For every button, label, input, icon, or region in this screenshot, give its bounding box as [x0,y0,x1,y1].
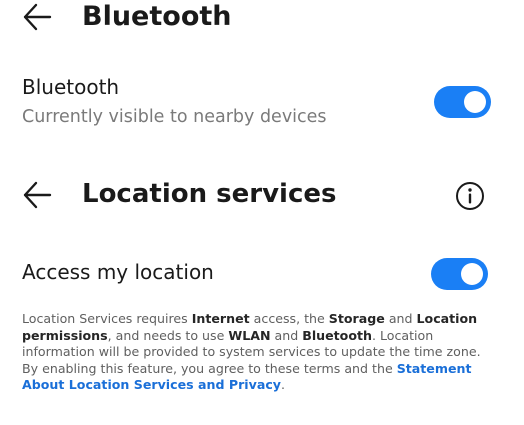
bluetooth-row-title: Bluetooth [22,75,120,99]
toggle-knob [464,91,486,113]
access-location-title: Access my location [22,260,214,284]
bluetooth-setting-row[interactable]: Bluetooth Currently visible to nearby de… [0,70,524,140]
back-arrow-icon[interactable] [22,181,52,209]
location-services-title: Location services [82,179,337,209]
back-arrow-icon[interactable] [22,3,52,31]
toggle-knob [461,263,483,285]
bluetooth-term: Bluetooth [302,327,372,343]
info-icon[interactable] [455,181,485,211]
access-location-toggle[interactable] [431,258,488,290]
wlan-term: WLAN [228,327,271,343]
page-title: Bluetooth [82,1,232,32]
internet-term: Internet [191,311,250,326]
location-services-description: Location Services requires Internet acce… [22,311,481,392]
access-location-row[interactable]: Access my location [0,250,524,296]
bluetooth-row-subtitle: Currently visible to nearby devices [22,107,327,127]
bluetooth-toggle[interactable] [434,86,491,118]
storage-term: Storage [328,311,385,326]
